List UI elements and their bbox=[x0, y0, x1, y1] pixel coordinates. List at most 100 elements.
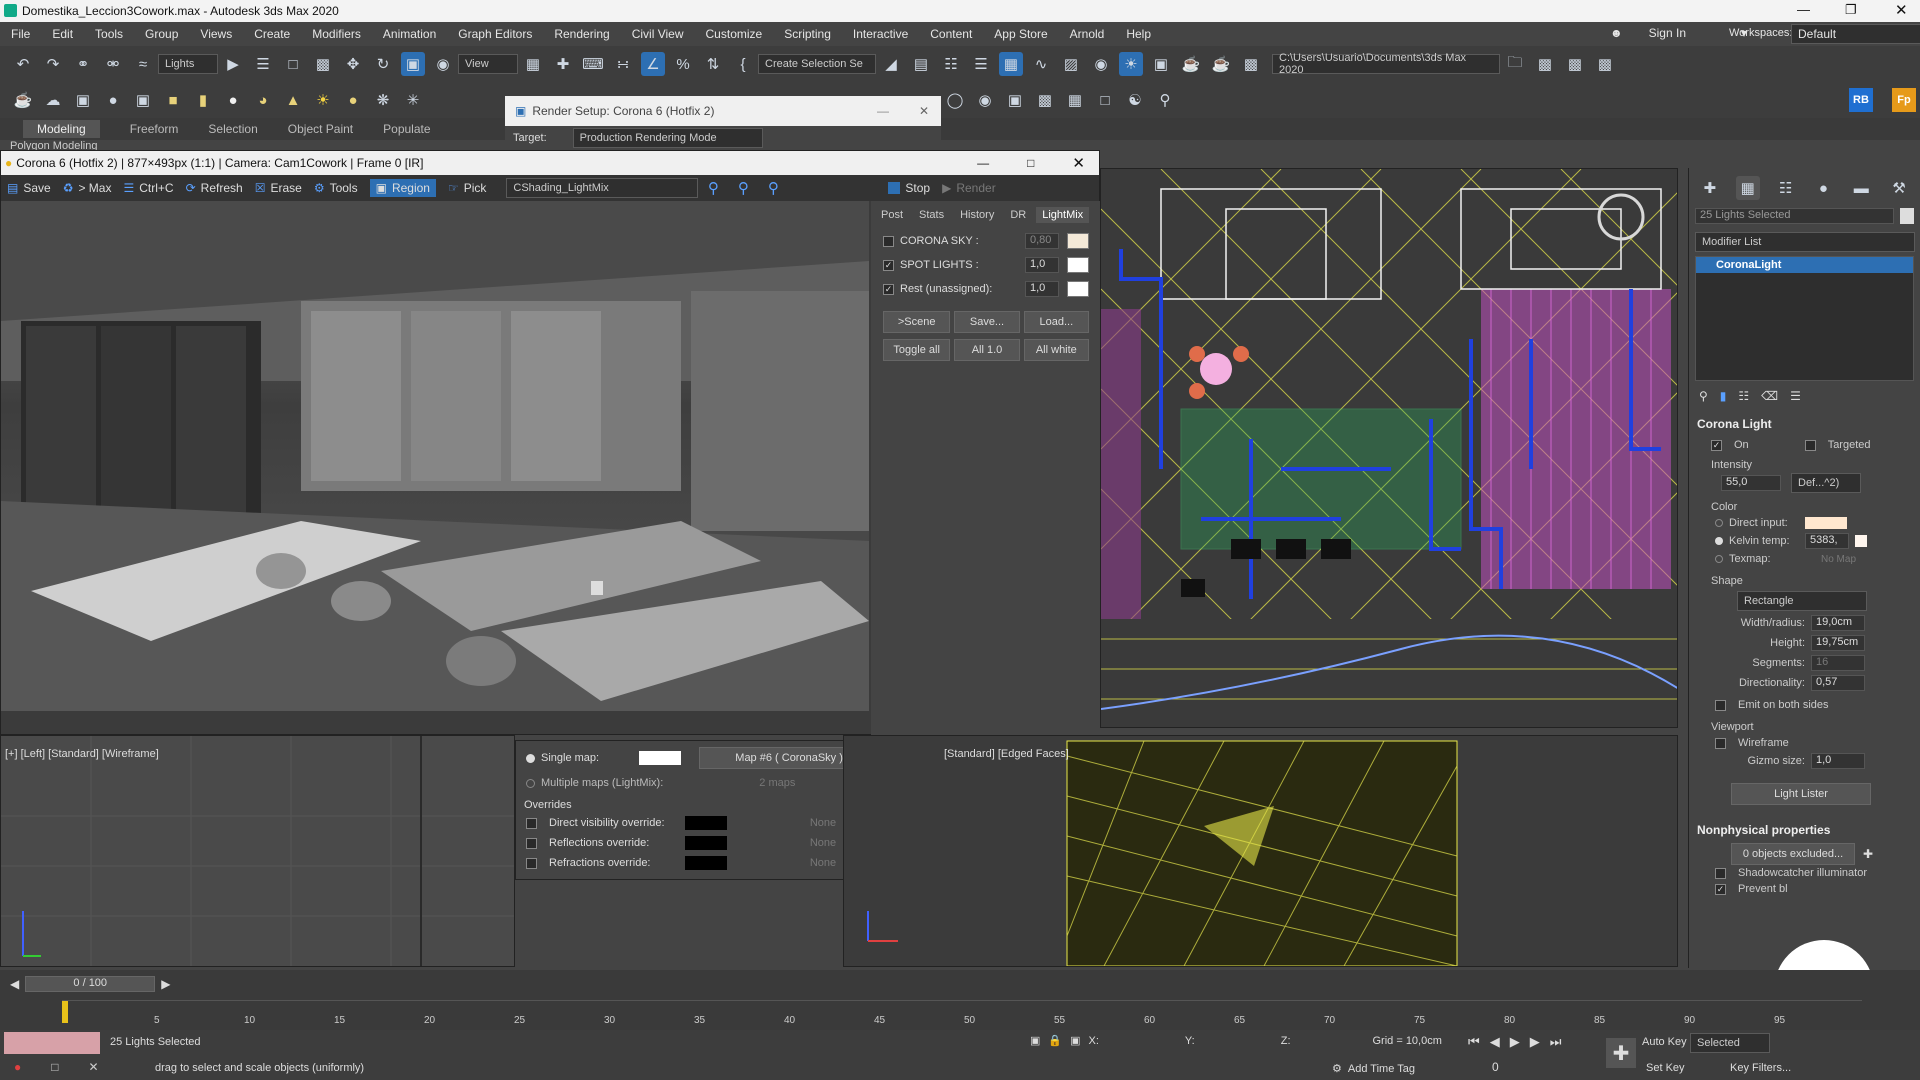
segments-field[interactable]: 16 bbox=[1811, 655, 1865, 671]
menu-group[interactable]: Group bbox=[145, 27, 178, 41]
directionality-field[interactable]: 0,57 bbox=[1811, 675, 1865, 691]
corona-icon-6[interactable]: □ bbox=[1093, 88, 1117, 112]
rendered-frame-window-icon[interactable]: ▣ bbox=[1149, 52, 1173, 76]
menu-scripting[interactable]: Scripting bbox=[784, 27, 831, 41]
cylinder-icon[interactable]: ▮ bbox=[191, 88, 215, 112]
menu-civil-view[interactable]: Civil View bbox=[632, 27, 684, 41]
hierarchy-tab-icon[interactable]: ☷ bbox=[1774, 176, 1798, 200]
render-setup-minimize-icon[interactable]: — bbox=[877, 104, 889, 118]
pivot-icon[interactable]: ▦ bbox=[521, 52, 545, 76]
listener-icon[interactable]: ● bbox=[14, 1060, 21, 1074]
vfb-refresh-button[interactable]: ⟳ Refresh bbox=[186, 181, 243, 195]
light-bulb-icon[interactable]: ● bbox=[101, 88, 125, 112]
box-icon[interactable]: ■ bbox=[161, 88, 185, 112]
direct-input-radio[interactable] bbox=[1715, 519, 1723, 527]
workspace-select[interactable]: Default bbox=[1791, 24, 1920, 44]
vfb-minimize-icon[interactable]: — bbox=[977, 156, 989, 170]
menu-content[interactable]: Content bbox=[930, 27, 972, 41]
ribbon-toggle-icon[interactable]: ▦ bbox=[999, 52, 1023, 76]
rect-selection-icon[interactable]: □ bbox=[281, 52, 305, 76]
corona-sky-intensity[interactable]: 0,80 bbox=[1025, 233, 1059, 249]
corona-icon-3[interactable]: ▣ bbox=[1003, 88, 1027, 112]
menu-views[interactable]: Views bbox=[200, 27, 232, 41]
image-icon[interactable]: ▣ bbox=[71, 88, 95, 112]
vfb-render-button[interactable]: ▶ Render bbox=[942, 181, 996, 195]
redo-icon[interactable]: ↷ bbox=[41, 52, 65, 76]
menu-customize[interactable]: Customize bbox=[706, 27, 763, 41]
cloud-icon[interactable]: ☁ bbox=[41, 88, 65, 112]
layer-add-icon[interactable]: ▩ bbox=[1563, 52, 1587, 76]
menu-animation[interactable]: Animation bbox=[383, 27, 436, 41]
vfb-erase-button[interactable]: ☒ Erase bbox=[255, 181, 302, 195]
angle-snap-icon[interactable]: ∠ bbox=[641, 52, 665, 76]
align-icon[interactable]: ▤ bbox=[909, 52, 933, 76]
direct-visibility-color[interactable] bbox=[685, 816, 727, 830]
select-manipulate-icon[interactable]: ✚ bbox=[551, 52, 575, 76]
ribbon-tab-freeform[interactable]: Freeform bbox=[130, 122, 179, 136]
window-crossing-icon[interactable]: ▩ bbox=[311, 52, 335, 76]
kelvin-field[interactable]: 5383, bbox=[1805, 533, 1849, 549]
intensity-unit-select[interactable]: Def...^2) bbox=[1791, 473, 1861, 493]
ribbon-tab-populate[interactable]: Populate bbox=[383, 122, 430, 136]
maxscript-listener[interactable] bbox=[4, 1032, 100, 1054]
create-tab-icon[interactable]: ✚ bbox=[1698, 176, 1722, 200]
corona-icon-2[interactable]: ◉ bbox=[973, 88, 997, 112]
sun-icon[interactable]: ☀ bbox=[311, 88, 335, 112]
minimize-icon[interactable]: — bbox=[1797, 2, 1810, 17]
texmap-button[interactable]: No Map bbox=[1821, 554, 1856, 565]
corona-icon-4[interactable]: ▩ bbox=[1033, 88, 1057, 112]
select-by-name-icon[interactable]: ☰ bbox=[251, 52, 275, 76]
selection-filter-select[interactable]: Lights bbox=[158, 54, 218, 74]
layer-icon[interactable]: ▩ bbox=[1533, 52, 1557, 76]
isolate-icon[interactable]: ▣ bbox=[1030, 1034, 1040, 1047]
corona-icon-1[interactable]: ◯ bbox=[943, 88, 967, 112]
viewport-perspective[interactable]: [Standard] [Edged Faces] bbox=[843, 735, 1678, 967]
time-next-icon[interactable]: ▶ bbox=[161, 977, 170, 991]
cone-icon[interactable]: ▲ bbox=[281, 88, 305, 112]
move-icon[interactable]: ✥ bbox=[341, 52, 365, 76]
scene-explorer-icon[interactable]: ☷ bbox=[939, 52, 963, 76]
curve-editor-icon[interactable]: ∿ bbox=[1029, 52, 1053, 76]
render-production-icon[interactable]: ☕ bbox=[1179, 52, 1203, 76]
zoom-in-icon[interactable]: ⚲ bbox=[701, 176, 725, 200]
key-mode-select[interactable]: Selected bbox=[1690, 1033, 1770, 1053]
nonphysical-header[interactable]: Nonphysical properties bbox=[1697, 809, 1912, 837]
time-slider[interactable]: 0 / 100 bbox=[25, 976, 156, 992]
fp-button[interactable]: Fp bbox=[1892, 88, 1916, 112]
kelvin-radio[interactable] bbox=[1715, 537, 1723, 545]
kelvin-color[interactable] bbox=[1855, 535, 1867, 547]
placement-icon[interactable]: ◉ bbox=[431, 52, 455, 76]
ribbon-tab-selection[interactable]: Selection bbox=[208, 122, 257, 136]
bowl-icon[interactable]: ◕ bbox=[251, 88, 275, 112]
go-to-end-icon[interactable]: ⏭ bbox=[1550, 1034, 1562, 1050]
lock-icon[interactable]: 🔒 bbox=[1048, 1034, 1062, 1047]
spot-lights-color[interactable] bbox=[1067, 257, 1089, 273]
selected-name-field[interactable]: 25 Lights Selected bbox=[1695, 208, 1895, 224]
tab-lightmix[interactable]: LightMix bbox=[1036, 207, 1090, 223]
vfb-region-button[interactable]: ▣ Region bbox=[369, 179, 436, 197]
refractions-color[interactable] bbox=[685, 856, 727, 870]
show-end-result-icon[interactable]: ▮ bbox=[1720, 389, 1727, 403]
to-scene-button[interactable]: >Scene bbox=[883, 311, 951, 333]
utilities-tab-icon[interactable]: ⚒ bbox=[1887, 176, 1911, 200]
tab-stats[interactable]: Stats bbox=[913, 207, 950, 223]
set-key-button[interactable]: Set Key bbox=[1646, 1062, 1685, 1074]
vfb-stop-button[interactable]: Stop bbox=[888, 181, 930, 195]
lightmix-save-button[interactable]: Save... bbox=[954, 311, 1020, 333]
corona-sky-checkbox[interactable] bbox=[883, 235, 894, 247]
render-iterative-icon[interactable]: ☕ bbox=[1209, 52, 1233, 76]
viewport-perspective-label[interactable]: [Standard] [Edged Faces] bbox=[944, 748, 1069, 760]
direct-input-color[interactable] bbox=[1805, 517, 1847, 529]
single-map-color[interactable] bbox=[639, 751, 682, 765]
rotate-icon[interactable]: ↻ bbox=[371, 52, 395, 76]
time-marker[interactable] bbox=[62, 1001, 68, 1023]
percent-snap-icon[interactable]: % bbox=[671, 52, 695, 76]
layer-remove-icon[interactable]: ▩ bbox=[1593, 52, 1617, 76]
viewport-top[interactable] bbox=[1100, 168, 1678, 728]
corona-sky-color[interactable] bbox=[1067, 233, 1089, 249]
schematic-view-icon[interactable]: ▨ bbox=[1059, 52, 1083, 76]
vfb-maximize-icon[interactable]: □ bbox=[1027, 156, 1034, 170]
maximize-icon[interactable]: ❐ bbox=[1845, 2, 1857, 18]
direct-visibility-checkbox[interactable] bbox=[526, 817, 537, 829]
menu-interactive[interactable]: Interactive bbox=[853, 27, 908, 41]
